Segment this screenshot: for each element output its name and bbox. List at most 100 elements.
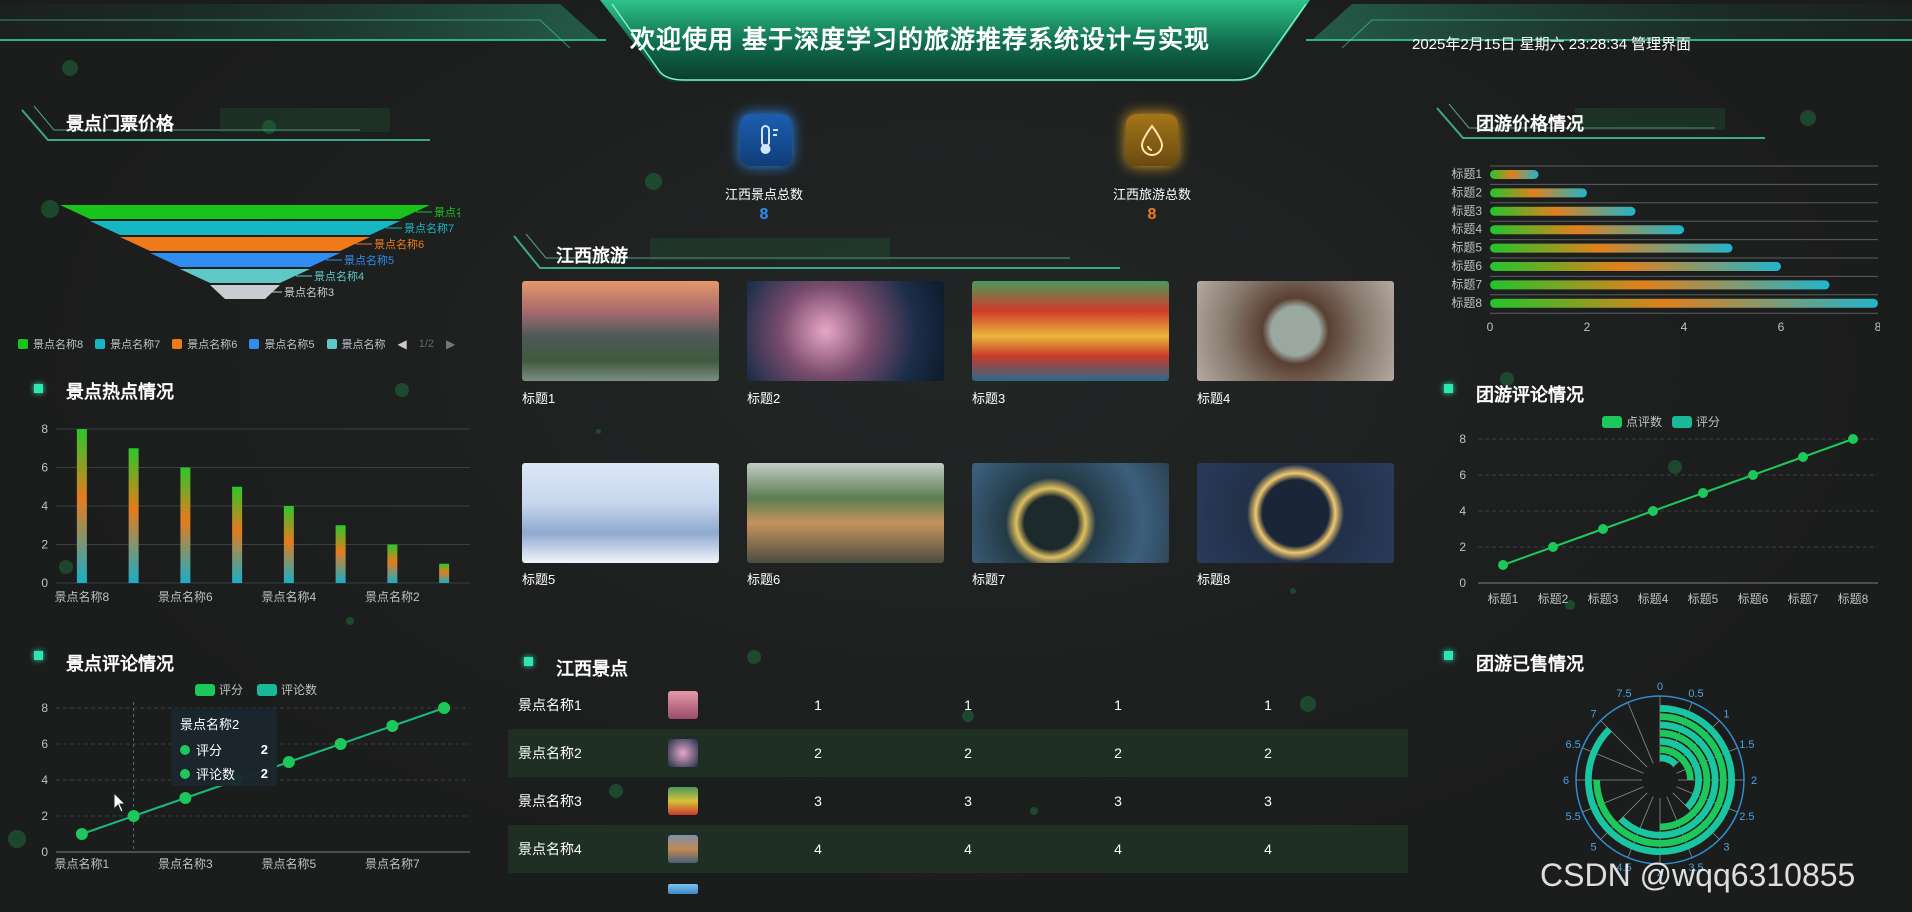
bar[interactable]	[180, 467, 191, 584]
gallery-photo[interactable]	[522, 463, 719, 563]
gallery-photo[interactable]	[747, 281, 944, 381]
data-point[interactable]	[75, 828, 88, 840]
gallery-caption[interactable]: 标题5	[522, 569, 555, 588]
group-reviews-line-chart[interactable]: 点评数 评分 0 2 4 6 8 标题1 标题2 标题3 标题4 标题5 标题6 标题7 标题8	[1440, 405, 1880, 615]
table-row[interactable]: 景点名称3 3 3 3 3	[508, 777, 1408, 825]
x-tick-label: 4	[1681, 320, 1688, 334]
data-point[interactable]	[334, 738, 347, 750]
gallery-caption[interactable]: 标题8	[1197, 569, 1230, 588]
legend-label[interactable]: 评分	[219, 683, 243, 697]
data-point[interactable]	[1548, 542, 1558, 552]
funnel-segment[interactable]	[90, 221, 400, 235]
legend-label[interactable]: 点评数	[1626, 414, 1662, 429]
legend-label[interactable]: 评分	[1696, 415, 1720, 429]
funnel-chart[interactable]: 景点名称8 景点名称7 景点名称6 景点名称5 景点名称4 景点名称3	[40, 195, 460, 305]
legend-item[interactable]: 景点名称6	[172, 336, 237, 352]
legend-swatch[interactable]	[257, 684, 277, 696]
data-point[interactable]	[1498, 560, 1508, 570]
bar[interactable]	[335, 525, 346, 583]
funnel-segment[interactable]	[120, 237, 370, 251]
x-tick-label: 景点名称2	[365, 589, 420, 604]
gallery-caption[interactable]: 标题2	[747, 388, 780, 407]
hotspot-bar-chart[interactable]: 0 2 4 6 8 景点名称8 景点名称6 景点名称4 景点名称2	[30, 415, 480, 610]
panel-marker	[34, 651, 43, 660]
gallery-photo[interactable]	[972, 463, 1169, 563]
x-tick-label: 标题4	[1638, 592, 1669, 606]
legend-swatch	[326, 339, 337, 349]
angle-tick-label: 6.5	[1566, 739, 1581, 751]
legend-item[interactable]: 景点名称5	[249, 336, 315, 352]
y-tick-label: 0	[41, 845, 48, 859]
legend-label[interactable]: 评论数	[281, 682, 317, 697]
tooltip-row-value: 2	[260, 766, 268, 781]
funnel-segment[interactable]	[180, 269, 310, 283]
angle-tick-label: 0.5	[1688, 688, 1703, 700]
bar[interactable]	[232, 486, 243, 583]
bar[interactable]	[1490, 298, 1878, 308]
y-tick-label: 0	[1459, 576, 1466, 590]
funnel-segment[interactable]	[60, 205, 430, 219]
x-tick-label: 景点名称1	[55, 856, 110, 871]
table-cell: 2	[964, 745, 972, 761]
gallery-caption[interactable]: 标题4	[1197, 388, 1230, 407]
funnel-segment[interactable]	[150, 253, 340, 267]
gallery-photo[interactable]	[747, 463, 944, 563]
panel-marker	[524, 657, 533, 666]
legend-swatch[interactable]	[195, 684, 215, 696]
bar[interactable]	[1490, 280, 1830, 290]
bar[interactable]	[128, 448, 139, 583]
bar[interactable]	[1490, 262, 1781, 271]
legend-swatch[interactable]	[1672, 416, 1692, 428]
legend-next-icon[interactable]: ▶	[446, 337, 455, 351]
data-point[interactable]	[386, 720, 399, 732]
gallery-photo[interactable]	[1197, 281, 1394, 381]
group-sold-polar-chart[interactable]: 00.511.522.533.544.555.566.577.5	[1540, 676, 1780, 876]
y-tick-label: 标题6	[1451, 259, 1482, 273]
bar[interactable]	[439, 563, 450, 583]
data-point[interactable]	[1798, 452, 1808, 462]
y-tick-label: 0	[41, 576, 48, 590]
y-tick-label: 6	[41, 461, 48, 475]
gallery-photo[interactable]	[522, 281, 719, 381]
legend-item[interactable]: 景点名称8	[18, 336, 83, 352]
panel-title-ticket-price: 景点门票价格	[66, 114, 174, 134]
bar[interactable]	[1490, 225, 1684, 235]
polar-bar[interactable]	[1659, 754, 1679, 767]
gallery-caption[interactable]: 标题1	[522, 388, 555, 407]
bar[interactable]	[76, 429, 87, 583]
mouse-cursor-icon	[113, 792, 127, 813]
table-row[interactable]: 景点名称2 2 2 2 2	[508, 729, 1408, 777]
table-row[interactable]: 景点名称1 1 1 1 1	[508, 681, 1408, 729]
table-row[interactable]: 景点名称4 4 4 4 4	[508, 825, 1408, 873]
data-point[interactable]	[1848, 434, 1858, 444]
legend-pager: 1/2	[418, 338, 435, 350]
bar[interactable]	[283, 506, 294, 583]
data-point[interactable]	[1748, 470, 1758, 480]
gallery-caption[interactable]: 标题6	[747, 569, 780, 588]
gallery-photo[interactable]	[972, 281, 1169, 381]
bar[interactable]	[1490, 188, 1587, 198]
stat-value-spots: 8	[759, 206, 769, 223]
bar[interactable]	[1490, 170, 1539, 179]
bar[interactable]	[1490, 243, 1733, 253]
data-point[interactable]	[1698, 488, 1708, 498]
legend-item[interactable]: 景点名称	[326, 336, 386, 352]
gallery-caption[interactable]: 标题7	[972, 569, 1005, 588]
admin-link[interactable]: 管理界面	[1631, 33, 1691, 54]
bar[interactable]	[1490, 206, 1636, 216]
bar[interactable]	[387, 544, 398, 584]
data-point[interactable]	[127, 810, 140, 822]
data-point[interactable]	[1598, 524, 1608, 534]
data-point[interactable]	[438, 702, 451, 714]
legend-swatch[interactable]	[1602, 416, 1622, 428]
group-price-bar-chart[interactable]: 标题1 标题2 标题3 标题4 标题5 标题6 标题7 标题8 0 2 4 6 8	[1440, 160, 1880, 340]
gallery-photo[interactable]	[1197, 463, 1394, 563]
data-point[interactable]	[179, 792, 192, 804]
legend-prev-icon[interactable]: ◀	[398, 337, 407, 351]
gallery-caption[interactable]: 标题3	[972, 388, 1005, 407]
stat-label-spots: 江西景点总数	[724, 187, 803, 202]
y-tick-label: 2	[1459, 540, 1466, 554]
legend-item[interactable]: 景点名称7	[95, 336, 160, 352]
data-point[interactable]	[282, 756, 295, 768]
data-point[interactable]	[1648, 506, 1658, 516]
